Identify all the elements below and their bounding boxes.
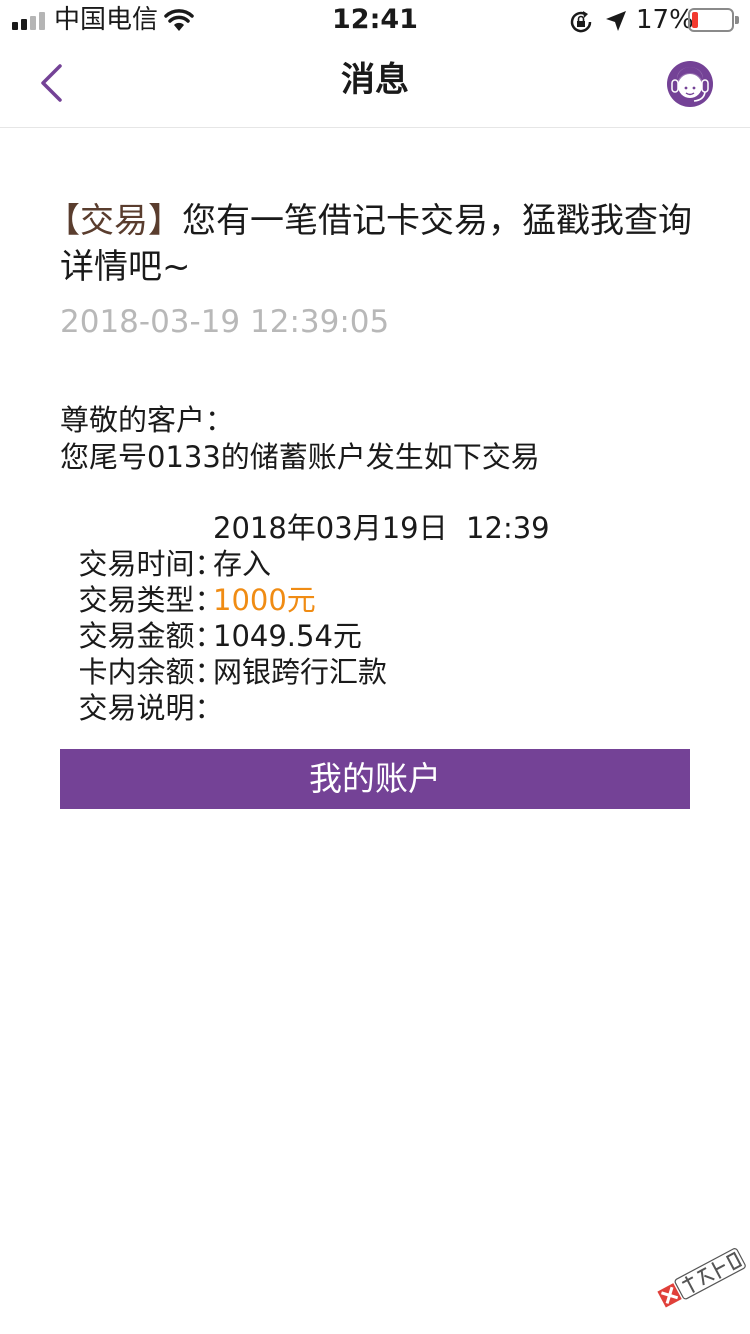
watermark-logo — [657, 1248, 746, 1308]
my-account-button[interactable]: 我的账户 — [60, 749, 690, 809]
message-datetime: 2018-03-19 12:39:05 — [60, 304, 390, 340]
detail-value-amount: 1000元 — [213, 583, 316, 617]
location-icon — [606, 11, 626, 31]
nav-bar: 消息 — [0, 40, 750, 128]
message-tag: 【交易】 — [46, 201, 182, 241]
detail-value: 存入 — [213, 547, 272, 581]
message-title: 【交易】您有一笔借记卡交易，猛戳我查询详情吧~ — [46, 198, 700, 290]
rotation-lock-icon — [570, 11, 592, 33]
greeting-text: 尊敬的客户： — [60, 403, 235, 437]
battery-icon — [688, 8, 739, 32]
detail-value: 2018年03月19日 12:39 — [213, 511, 550, 545]
detail-value: 网银跨行汇款 — [213, 655, 388, 689]
battery-level — [692, 12, 698, 28]
customer-service-icon[interactable] — [664, 58, 716, 110]
detail-value: 1049.54元 — [213, 619, 362, 653]
detail-label: 交易说明： — [78, 691, 224, 725]
intro-text: 您尾号0133的储蓄账户发生如下交易 — [60, 440, 540, 474]
battery-percent: 17% — [636, 5, 694, 35]
status-bar: 中国电信 12:41 17% — [0, 0, 750, 40]
detail-row-description: 交易说明： 网银跨行汇款 — [60, 654, 387, 726]
page-title: 消息 — [341, 60, 409, 100]
